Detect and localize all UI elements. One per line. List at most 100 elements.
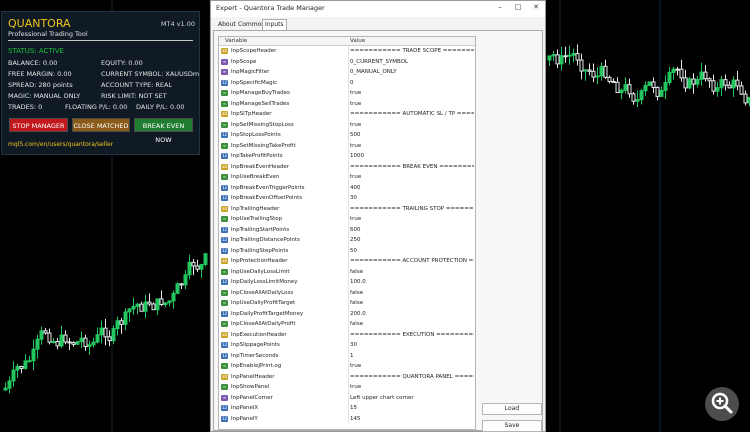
table-row[interactable]: ≈ InpShowPanel true bbox=[219, 382, 475, 393]
variable-value[interactable]: 0 bbox=[350, 78, 474, 89]
break-even-now-button[interactable]: BREAK EVEN NOW bbox=[134, 118, 193, 144]
table-row[interactable]: ab InpPanelHeader =========== QUANTORA PAN… bbox=[219, 371, 475, 383]
candle-body bbox=[563, 55, 568, 58]
table-row[interactable]: ≈ InpManageBuyTrades true bbox=[219, 88, 475, 99]
variable-value[interactable]: =========== TRAILING STOP =========== bbox=[350, 204, 474, 215]
str-type-icon: ab bbox=[221, 373, 228, 380]
table-row[interactable]: ≡ InpMagicFilter 0_MANUAL_ONLY bbox=[219, 67, 475, 78]
table-row[interactable]: ≡ InpScope 0_CURRENT_SYMBOL bbox=[219, 56, 475, 68]
column-variable[interactable]: Variable bbox=[225, 37, 247, 45]
variable-value[interactable]: =========== BREAK EVEN =========== bbox=[350, 162, 474, 173]
variable-value[interactable]: 1 bbox=[350, 351, 474, 362]
candle-body bbox=[635, 99, 640, 102]
table-row[interactable]: 12 InpTimerSeconds 1 bbox=[219, 350, 475, 362]
table-row[interactable]: ab InpSlTpHeader =========== AUTOMATIC SL … bbox=[219, 109, 475, 120]
table-row[interactable]: ab InpBreakEvenHeader =========== BREAK EV… bbox=[219, 161, 475, 173]
candle-body bbox=[19, 366, 24, 369]
seller-link[interactable]: mql5.com/en/users/quantora/seller bbox=[8, 141, 113, 148]
table-row[interactable]: 12 InpSlippagePoints 30 bbox=[219, 340, 475, 351]
maximize-icon[interactable]: □ bbox=[513, 3, 523, 11]
variable-value[interactable]: 145 bbox=[350, 414, 474, 425]
table-row[interactable]: ≈ InpUseDailyLossLimit false bbox=[219, 266, 475, 278]
candle-body bbox=[191, 261, 196, 267]
variable-value[interactable]: 400 bbox=[350, 183, 474, 194]
magic-label: MAGIC: MANUAL ONLY bbox=[8, 92, 81, 100]
variable-value[interactable]: true bbox=[350, 361, 474, 372]
table-row[interactable]: 12 InpPanelX 15 bbox=[219, 403, 475, 414]
table-row[interactable]: ≈ InpSetMissingStopLoss true bbox=[219, 119, 475, 131]
candle-body bbox=[11, 369, 16, 382]
table-row[interactable]: 12 InpDailyLossLimitMoney 100.0 bbox=[219, 277, 475, 288]
variable-value[interactable]: false bbox=[350, 319, 474, 330]
variable-value[interactable]: true bbox=[350, 172, 474, 183]
table-row[interactable]: ≈ InpUseDailyProfitTarget false bbox=[219, 298, 475, 309]
variable-name: InpTakeProfitPoints bbox=[231, 153, 283, 159]
status-label: STATUS: ACTIVE bbox=[8, 47, 64, 55]
table-row[interactable]: 12 InpBreakEvenOffsetPoints 30 bbox=[219, 193, 475, 204]
variable-name: InpPanelX bbox=[231, 405, 259, 411]
table-row[interactable]: ≈ InpSetMissingTakeProfit true bbox=[219, 140, 475, 152]
variable-value[interactable]: =========== EXECUTION =========== bbox=[350, 330, 474, 341]
table-row[interactable]: ≈ InpManageSellTrades true bbox=[219, 98, 475, 110]
column-divider bbox=[348, 298, 349, 309]
table-row[interactable]: 12 InpStopLossPoints 500 bbox=[219, 130, 475, 141]
variable-value[interactable]: 200.0 bbox=[350, 309, 474, 320]
variable-value[interactable]: 1000 bbox=[350, 151, 474, 162]
minimize-icon[interactable]: – bbox=[495, 3, 505, 11]
variable-value[interactable]: =========== QUANTORA PANEL =========== bbox=[350, 372, 474, 383]
variable-value[interactable]: true bbox=[350, 141, 474, 152]
variable-value[interactable]: 30 bbox=[350, 193, 474, 204]
variable-value[interactable]: Left upper chart corner bbox=[350, 393, 474, 404]
variable-value[interactable]: 30 bbox=[350, 340, 474, 351]
candle-body bbox=[547, 55, 552, 61]
table-row[interactable]: ab InpProtectionHeader =========== ACCOUNT… bbox=[219, 256, 475, 267]
variable-value[interactable]: 600 bbox=[350, 225, 474, 236]
table-row[interactable]: 12 InpTrailingDistancePoints 250 bbox=[219, 235, 475, 246]
variable-value[interactable]: false bbox=[350, 288, 474, 299]
table-row[interactable]: 12 InpTakeProfitPoints 1000 bbox=[219, 151, 475, 162]
table-row[interactable]: ab InpTrailingHeader =========== TRAILING … bbox=[219, 203, 475, 215]
variable-value[interactable]: 15 bbox=[350, 403, 474, 414]
table-row[interactable]: 12 InpSpecificMagic 0 bbox=[219, 77, 475, 89]
variable-value[interactable]: 50 bbox=[350, 246, 474, 257]
table-row[interactable]: ab InpScopeHeader =========== TRADE SCOPE … bbox=[219, 46, 475, 57]
variable-value[interactable]: false bbox=[350, 267, 474, 278]
table-row[interactable]: ≈ InpEnableJPrint.og true bbox=[219, 361, 475, 372]
table-row[interactable]: ab InpExecutionHeader =========== EXECUTIO… bbox=[219, 329, 475, 341]
variable-value[interactable]: true bbox=[350, 382, 474, 393]
variable-value[interactable]: 500 bbox=[350, 130, 474, 141]
variable-value[interactable]: 250 bbox=[350, 235, 474, 246]
variable-value[interactable]: 100.0 bbox=[350, 277, 474, 288]
variable-value[interactable]: =========== ACCOUNT PROTECTION ======= bbox=[350, 256, 474, 267]
column-value[interactable]: Value bbox=[350, 37, 365, 45]
variable-value[interactable]: =========== TRADE SCOPE =========== bbox=[350, 46, 474, 57]
variable-value[interactable]: true bbox=[350, 214, 474, 225]
table-row[interactable]: ≈ InpCloseAllAtDailyProfit false bbox=[219, 319, 475, 330]
table-row[interactable]: 12 InpTrailingStartPoints 600 bbox=[219, 224, 475, 236]
variable-value[interactable]: true bbox=[350, 120, 474, 131]
table-row[interactable]: ≡ InpPanelCorner Left upper chart corner bbox=[219, 392, 475, 404]
table-row[interactable]: ≈ InpCloseAllAtDailyLoss false bbox=[219, 287, 475, 299]
variable-name: InpSlTpHeader bbox=[231, 111, 272, 117]
table-row[interactable]: ≈ InpUseBreakEven true bbox=[219, 172, 475, 183]
variable-value[interactable]: true bbox=[350, 88, 474, 99]
table-row[interactable]: 12 InpPanelY 145 bbox=[219, 413, 475, 425]
variable-value[interactable]: true bbox=[350, 99, 474, 110]
table-row[interactable]: 12 InpBreakEvenTriggerPoints 400 bbox=[219, 182, 475, 194]
inputs-table[interactable]: Variable Value ab InpScopeHeader =========… bbox=[218, 36, 476, 430]
close-matched-button[interactable]: CLOSE MATCHED bbox=[72, 118, 130, 132]
close-icon[interactable]: ✕ bbox=[531, 3, 541, 11]
zoom-in-icon[interactable] bbox=[705, 387, 739, 421]
candle-body bbox=[151, 303, 156, 311]
stop-manager-button[interactable]: STOP MANAGER bbox=[9, 118, 68, 132]
load-button[interactable]: Load bbox=[482, 403, 542, 415]
bool-type-icon: ≈ bbox=[221, 321, 228, 327]
save-button[interactable]: Save bbox=[482, 420, 542, 432]
variable-value[interactable]: 0_MANUAL_ONLY bbox=[350, 67, 474, 78]
table-row[interactable]: 12 InpTrailingStepPoints 50 bbox=[219, 245, 475, 257]
table-row[interactable]: 12 InpDailyProfitTargetMoney 200.0 bbox=[219, 308, 475, 320]
variable-value[interactable]: =========== AUTOMATIC SL / TP ==========… bbox=[350, 109, 474, 120]
table-row[interactable]: ≈ InpUseTrailingStop true bbox=[219, 214, 475, 225]
variable-value[interactable]: false bbox=[350, 298, 474, 309]
variable-value[interactable]: 0_CURRENT_SYMBOL bbox=[350, 57, 474, 68]
